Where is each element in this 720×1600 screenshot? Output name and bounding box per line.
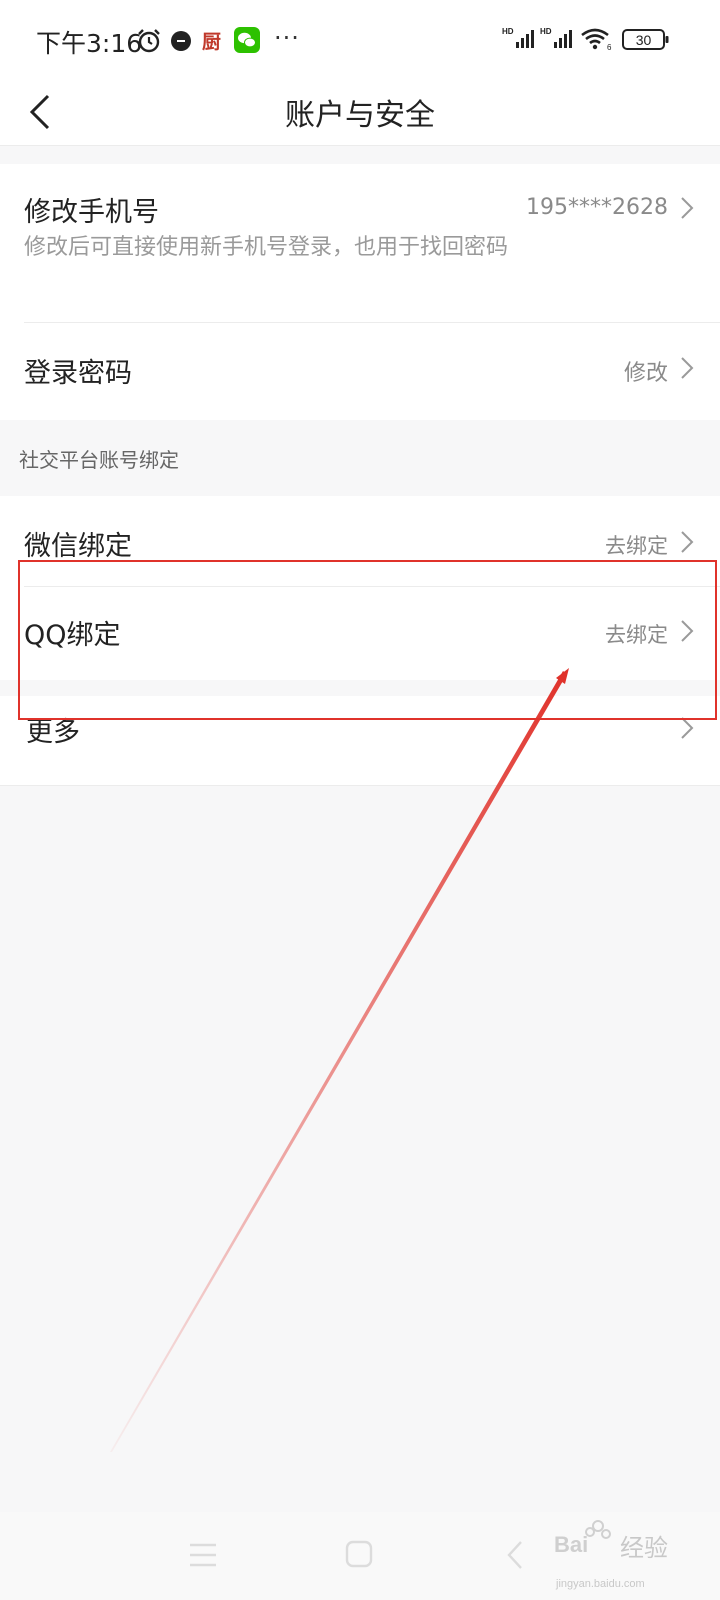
more-card: 更多 xyxy=(0,696,720,786)
wechat-binding-title: 微信绑定 xyxy=(24,531,132,562)
chevron-right-icon xyxy=(680,196,694,224)
wechat-app-icon xyxy=(234,27,260,57)
change-phone-title: 修改手机号 xyxy=(24,197,159,228)
chevron-right-icon xyxy=(680,619,694,647)
login-password-title: 登录密码 xyxy=(24,358,132,389)
chevron-right-icon xyxy=(680,356,694,384)
menu-nav-icon[interactable] xyxy=(188,1542,218,1572)
nav-bar: 账户与安全 xyxy=(0,80,720,146)
change-phone-subtitle: 修改后可直接使用新手机号登录，也用于找回密码 xyxy=(24,235,509,260)
signal-hd-label-2: HD xyxy=(540,27,552,36)
social-binding-section-label: 社交平台账号绑定 xyxy=(19,448,179,472)
login-password-row[interactable]: 登录密码 修改 xyxy=(0,323,720,420)
watermark-brand: Bai xyxy=(554,1532,589,1557)
change-phone-row[interactable]: 修改手机号 修改后可直接使用新手机号登录，也用于找回密码 195****2628 xyxy=(0,164,720,322)
login-password-value: 修改 xyxy=(623,361,668,386)
chevron-right-icon xyxy=(680,530,694,558)
more-title: 更多 xyxy=(26,717,80,748)
status-bar: 下午3:16 厨 ··· HD HD 6 30 xyxy=(0,0,720,80)
watermark-text: 经验 xyxy=(620,1534,668,1562)
watermark-url: jingyan.baidu.com xyxy=(556,1578,645,1590)
battery-level-text: 30 xyxy=(636,32,652,48)
back-nav-icon[interactable] xyxy=(506,1540,524,1574)
more-notifications-icon: ··· xyxy=(274,24,300,52)
wechat-binding-row[interactable]: 微信绑定 去绑定 xyxy=(0,496,720,586)
qq-binding-title: QQ绑定 xyxy=(24,620,121,651)
qq-binding-action: 去绑定 xyxy=(605,623,668,647)
alarm-clock-icon xyxy=(136,28,162,58)
chef-app-icon: 厨 xyxy=(202,31,222,53)
signal-strength-2-icon: HD xyxy=(540,26,574,54)
more-row[interactable]: 更多 xyxy=(0,696,720,786)
account-card: 修改手机号 修改后可直接使用新手机号登录，也用于找回密码 195****2628… xyxy=(0,164,720,420)
signal-hd-label: HD xyxy=(502,27,514,36)
social-binding-card: 微信绑定 去绑定 QQ绑定 去绑定 xyxy=(0,496,720,680)
battery-icon: 30 xyxy=(622,29,670,55)
wechat-binding-action: 去绑定 xyxy=(605,534,668,558)
chevron-right-icon xyxy=(680,716,694,744)
qq-binding-row[interactable]: QQ绑定 去绑定 xyxy=(0,587,720,680)
svg-text:6: 6 xyxy=(607,43,612,51)
phone-number-value: 195****2628 xyxy=(526,195,668,220)
wifi-icon: 6 xyxy=(580,27,614,55)
status-time: 下午3:16 xyxy=(36,29,143,58)
page-title: 账户与安全 xyxy=(285,98,435,133)
home-nav-icon[interactable] xyxy=(345,1540,373,1572)
signal-strength-icon: HD xyxy=(502,26,536,54)
app-notification-icon xyxy=(170,30,192,56)
annotation-arrow-shaft xyxy=(110,671,567,1452)
